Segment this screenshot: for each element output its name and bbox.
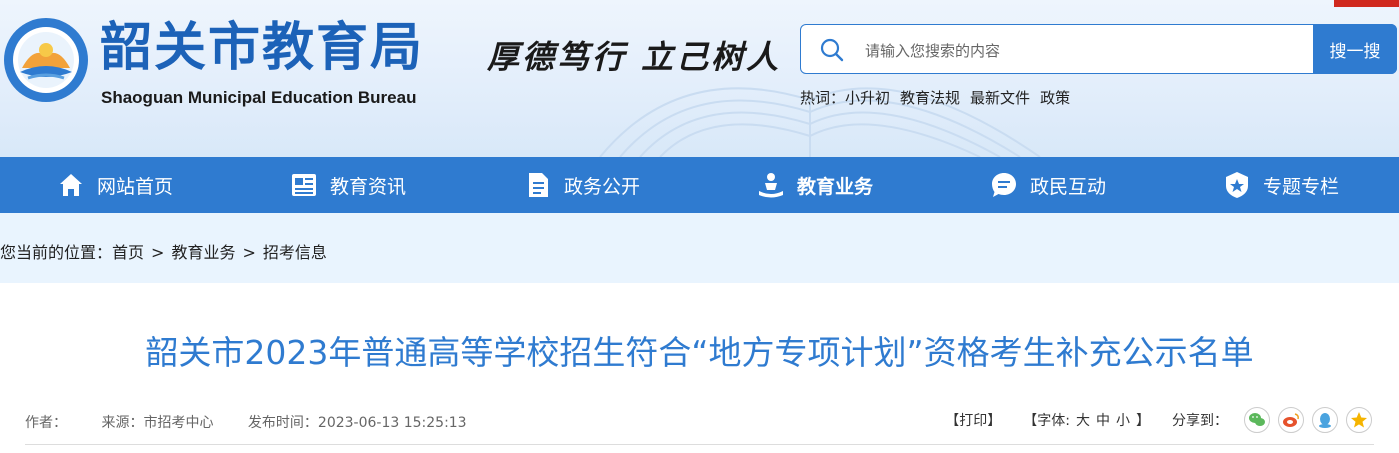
- breadcrumb-bar: 您当前的位置：首页 > 教育业务 > 招考信息: [0, 213, 1399, 283]
- site-header: 韶关市教育局 Shaoguan Municipal Education Bure…: [0, 0, 1399, 157]
- nav-item-home[interactable]: 网站首页: [57, 157, 173, 213]
- hotwords-label: 热词：: [800, 89, 846, 107]
- article-tools: 【打印】 【字体: 大 中 小 】 分享到：: [945, 407, 1372, 433]
- hotword-link[interactable]: 教育法规: [900, 89, 960, 107]
- nav-item-gov-affairs[interactable]: 政务公开: [524, 157, 640, 213]
- slogan: 厚德笃行 立己树人: [487, 38, 782, 76]
- breadcrumb-link-education[interactable]: 教育业务: [171, 243, 235, 262]
- article-source: 来源：市招考中心: [101, 415, 214, 431]
- document-icon: [529, 173, 548, 197]
- nav-item-label: 政民互动: [1030, 175, 1107, 198]
- weibo-icon: [1283, 413, 1299, 427]
- hotwords: 热词：小升初 教育法规 最新文件 政策: [800, 87, 1080, 108]
- nav-item-news[interactable]: 教育资讯: [290, 157, 406, 213]
- hotword-link[interactable]: 小升初: [845, 89, 890, 107]
- nav-item-label: 政务公开: [564, 175, 641, 198]
- nav-item-interaction[interactable]: 政民互动: [990, 157, 1106, 213]
- search-box: 搜一搜: [800, 24, 1397, 74]
- share-qq-button[interactable]: [1312, 407, 1338, 433]
- bureau-logo-emblem: [4, 18, 88, 102]
- print-button[interactable]: 【打印】: [945, 410, 1001, 430]
- qzone-icon: [1351, 412, 1367, 428]
- nav-item-special-topics[interactable]: 专题专栏: [1223, 157, 1339, 213]
- breadcrumb-separator: >: [242, 243, 256, 262]
- education-icon: [759, 173, 783, 198]
- nav-item-education-business[interactable]: 教育业务: [757, 157, 873, 213]
- newspaper-icon: [292, 174, 316, 196]
- hotword-link[interactable]: 政策: [1040, 89, 1070, 107]
- font-size-large[interactable]: 大: [1076, 410, 1090, 430]
- share-label: 分享到：: [1172, 413, 1228, 429]
- site-title[interactable]: 韶关市教育局: [100, 18, 424, 78]
- wechat-icon: [1249, 413, 1265, 426]
- site-subtitle: Shaoguan Municipal Education Bureau: [101, 88, 417, 107]
- article-author: 作者：: [25, 415, 67, 431]
- article-publish-time: 发布时间：2023-06-13 15:25:13: [247, 415, 467, 431]
- breadcrumb-separator: >: [151, 243, 165, 262]
- qq-icon: [1319, 413, 1331, 428]
- home-icon: [60, 174, 82, 196]
- meta-divider: [25, 444, 1374, 445]
- article-title: 韶关市2023年普通高等学校招生符合“地方专项计划”资格考生补充公示名单: [145, 333, 1254, 372]
- top-accent-bar: [1334, 0, 1399, 7]
- nav-item-label: 教育业务: [797, 175, 874, 198]
- article-meta: 作者： 来源：市招考中心 发布时间：2023-06-13 15:25:13: [25, 412, 497, 432]
- share-weibo-button[interactable]: [1278, 407, 1304, 433]
- breadcrumb-prefix: 您当前的位置：: [0, 243, 113, 262]
- nav-item-label: 专题专栏: [1263, 175, 1340, 198]
- search-input[interactable]: [863, 37, 1307, 65]
- breadcrumb-link-home[interactable]: 首页: [112, 243, 144, 262]
- breadcrumb: 您当前的位置：首页 > 教育业务 > 招考信息: [0, 239, 327, 263]
- nav-item-label: 网站首页: [97, 175, 174, 198]
- font-size-medium[interactable]: 中: [1096, 410, 1110, 430]
- main-nav: 网站首页 教育资讯 政务公开 教育业务 政民互动 专题专栏: [0, 157, 1399, 213]
- chat-icon: [992, 173, 1016, 197]
- font-size-label: 【字体:: [1023, 413, 1070, 429]
- share-wechat-button[interactable]: [1244, 407, 1270, 433]
- search-icon: [820, 38, 844, 62]
- search-button[interactable]: 搜一搜: [1313, 24, 1397, 74]
- font-size-small[interactable]: 小: [1116, 410, 1130, 430]
- font-size-close: 】: [1136, 413, 1150, 429]
- share-qzone-button[interactable]: [1346, 407, 1372, 433]
- hotword-link[interactable]: 最新文件: [970, 89, 1030, 107]
- nav-item-label: 教育资讯: [330, 175, 407, 198]
- breadcrumb-link-exams[interactable]: 招考信息: [263, 243, 327, 262]
- badge-star-icon: [1226, 172, 1248, 198]
